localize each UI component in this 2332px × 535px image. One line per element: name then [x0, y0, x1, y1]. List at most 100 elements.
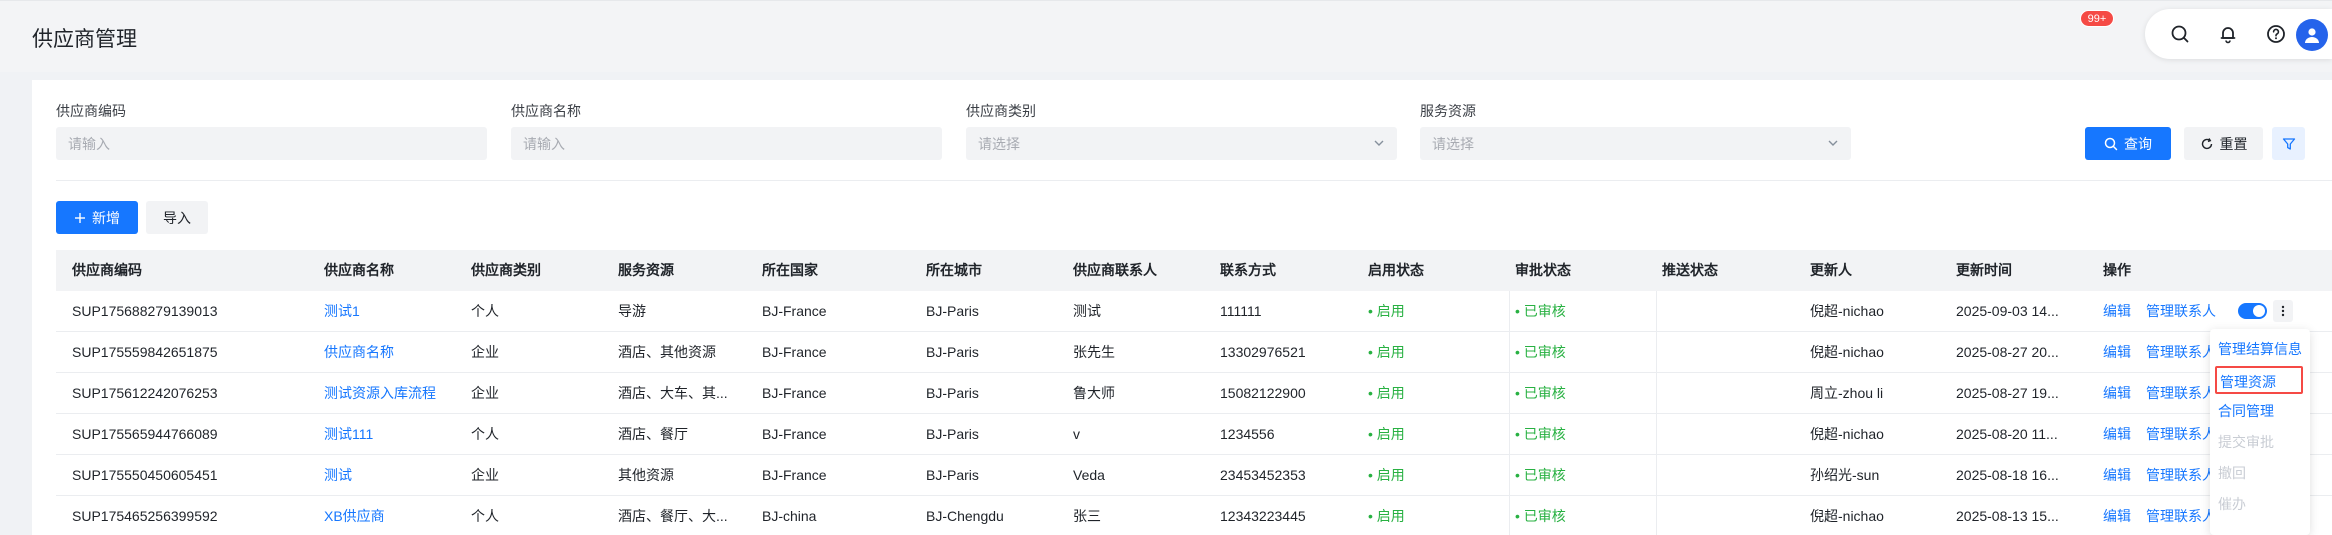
status-text: 启用 — [1376, 385, 1405, 401]
manage-contacts-link[interactable]: 管理联系人 — [2146, 291, 2216, 331]
supplier-category-select[interactable]: 请选择 — [966, 127, 1397, 160]
cell-approval: • 已审核 — [1515, 373, 1648, 413]
edit-link[interactable]: 编辑 — [2103, 496, 2131, 535]
status-text: 已审核 — [1523, 385, 1566, 401]
status-text: 已审核 — [1523, 508, 1566, 524]
edit-link[interactable]: 编辑 — [2103, 414, 2131, 454]
column-header: 供应商名称 — [324, 262, 394, 278]
cell-category: 个人 — [471, 303, 499, 319]
status-dot-icon: • — [1515, 385, 1524, 401]
cell-name[interactable]: XB供应商 — [324, 496, 457, 535]
status-text: 启用 — [1376, 426, 1405, 442]
supplier-name-input[interactable]: 请输入 — [511, 127, 942, 160]
add-button[interactable]: 新增 — [56, 201, 138, 234]
edit-link[interactable]: 编辑 — [2103, 291, 2131, 331]
notification-badge: 99+ — [2080, 10, 2114, 27]
service-resource-select[interactable]: 请选择 — [1420, 127, 1851, 160]
manage-contacts-link[interactable]: 管理联系人 — [2146, 496, 2216, 535]
help-icon[interactable] — [2263, 21, 2289, 47]
cell-name[interactable]: 测试资源入库流程 — [324, 373, 457, 413]
status-dot-icon: • — [1368, 426, 1377, 442]
column-divider — [1509, 373, 1510, 414]
cell-updater: 倪超-nichao — [1810, 344, 1884, 360]
cell-name[interactable]: 测试1 — [324, 291, 457, 331]
manage-contacts-link[interactable]: 管理联系人 — [2146, 414, 2216, 454]
search-icon — [2104, 137, 2118, 150]
table-row: SUP175465256399592 XB供应商 个人 酒店、餐厅、大... BJ-ch… — [56, 496, 2332, 535]
bell-icon[interactable] — [2215, 21, 2241, 47]
column-header: 服务资源 — [618, 262, 674, 278]
cell-category: 企业 — [471, 385, 499, 401]
status-dot-icon: • — [1368, 303, 1377, 319]
status-text: 启用 — [1376, 344, 1405, 360]
cell-country: BJ-France — [762, 385, 827, 401]
dropdown-item[interactable]: 管理资源 — [2215, 366, 2303, 394]
column-header: 推送状态 — [1662, 262, 1718, 278]
filter-label-category: 供应商类别 — [966, 103, 1036, 119]
more-options-button[interactable] — [2273, 300, 2293, 322]
dropdown-item[interactable]: 合同管理 — [2218, 397, 2308, 425]
dropdown-item: 提交审批 — [2218, 434, 2274, 450]
cell-contact: 张先生 — [1073, 344, 1115, 360]
chevron-down-icon — [1373, 136, 1385, 152]
cell-approval: • 已审核 — [1515, 332, 1648, 372]
filter-toggle-button[interactable] — [2272, 127, 2305, 160]
cell-phone: 15082122900 — [1220, 385, 1306, 401]
import-button[interactable]: 导入 — [146, 201, 208, 234]
enable-toggle[interactable] — [2238, 303, 2267, 319]
edit-link[interactable]: 编辑 — [2103, 455, 2131, 495]
cell-updater: 倪超-nichao — [1810, 508, 1884, 524]
cell-phone: 23453452353 — [1220, 467, 1306, 483]
column-divider — [1656, 373, 1657, 414]
column-header: 操作 — [2103, 262, 2131, 278]
manage-contacts-link[interactable]: 管理联系人 — [2146, 332, 2216, 372]
table-row: SUP175565944766089 测试111 个人 酒店、餐厅 BJ-France B… — [56, 414, 2332, 455]
cell-name[interactable]: 供应商名称 — [324, 332, 457, 372]
cell-approval: • 已审核 — [1515, 414, 1648, 454]
cell-updater: 孙绍光-sun — [1810, 467, 1880, 483]
cell-resource: 酒店、餐厅、大... — [618, 508, 728, 524]
cell-name[interactable]: 测试111 — [324, 414, 457, 454]
query-button[interactable]: 查询 — [2085, 127, 2171, 160]
search-icon[interactable] — [2167, 21, 2193, 47]
cell-enabled: • 启用 — [1368, 414, 1501, 454]
reset-button[interactable]: 重置 — [2184, 127, 2263, 160]
main-card: 供应商编码 请输入 供应商名称 请输入 供应商类别 请选择 服务资源 请选择 查… — [32, 80, 2332, 535]
cell-phone: 13302976521 — [1220, 344, 1306, 360]
status-text: 启用 — [1376, 467, 1405, 483]
cell-enabled: • 启用 — [1368, 332, 1501, 372]
cell-city: BJ-Chengdu — [926, 508, 1004, 524]
filter-icon — [2282, 137, 2295, 150]
supplier-code-input[interactable]: 请输入 — [56, 127, 487, 160]
status-text: 已审核 — [1523, 303, 1566, 319]
cell-updated: 2025-08-27 19... — [1956, 385, 2059, 401]
status-text: 已审核 — [1523, 426, 1566, 442]
column-divider — [1656, 414, 1657, 455]
manage-contacts-link[interactable]: 管理联系人 — [2146, 373, 2216, 413]
edit-link[interactable]: 编辑 — [2103, 373, 2131, 413]
status-dot-icon: • — [1515, 508, 1524, 524]
cell-approval: • 已审核 — [1515, 496, 1648, 535]
dropdown-item: 催办 — [2218, 496, 2246, 512]
column-divider — [1509, 332, 1510, 373]
status-text: 启用 — [1376, 508, 1405, 524]
edit-link[interactable]: 编辑 — [2103, 332, 2131, 372]
operation-dropdown-menu: 管理结算信息 管理资源 合同管理 提交审批 撤回 催办 — [2210, 329, 2310, 535]
cell-enabled: • 启用 — [1368, 373, 1501, 413]
avatar[interactable] — [2296, 19, 2328, 51]
column-divider — [1509, 496, 1510, 535]
filter-divider — [56, 180, 2332, 181]
table-row: SUP175559842651875 供应商名称 企业 酒店、其他资源 BJ-Franc… — [56, 332, 2332, 373]
column-divider — [1656, 455, 1657, 496]
column-header: 所在城市 — [926, 262, 982, 278]
column-header: 所在国家 — [762, 262, 818, 278]
cell-push — [1662, 414, 1796, 454]
table-header: 供应商编码 供应商名称 供应商类别 服务资源 所在国家 所在城市 供应商联系人 联系方式 启用状… — [56, 250, 2332, 291]
cell-category: 企业 — [471, 467, 499, 483]
manage-contacts-link[interactable]: 管理联系人 — [2146, 455, 2216, 495]
cell-name[interactable]: 测试 — [324, 455, 457, 495]
cell-resource: 酒店、其他资源 — [618, 344, 716, 360]
cell-push — [1662, 291, 1796, 331]
dropdown-item[interactable]: 管理结算信息 — [2218, 335, 2308, 363]
filter-label-name: 供应商名称 — [511, 103, 581, 119]
